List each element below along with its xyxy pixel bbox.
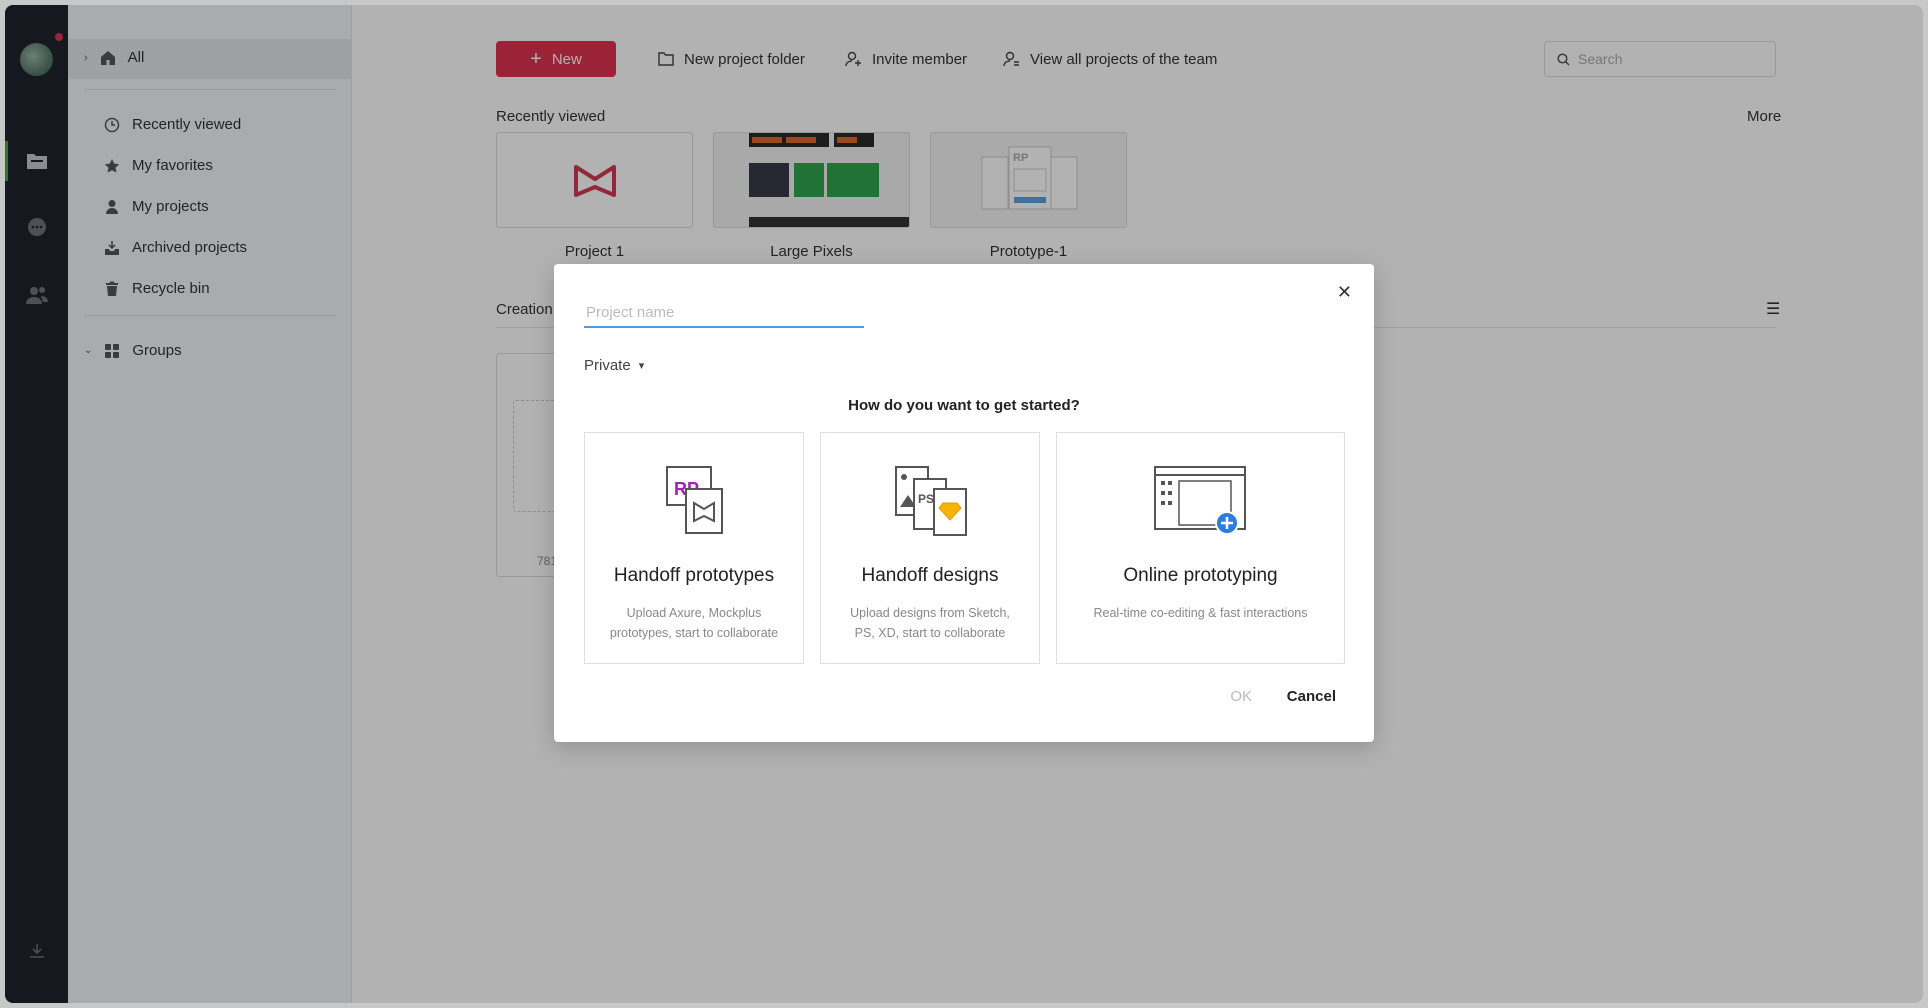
- new-project-dialog: ✕ Private ▾ How do you want to get start…: [554, 264, 1374, 742]
- handoff-designs-option[interactable]: PS Handoff designs Upload designs from S…: [820, 432, 1040, 664]
- cancel-button[interactable]: Cancel: [1287, 688, 1336, 705]
- online-editor-icon: [1153, 466, 1246, 535]
- ok-button[interactable]: OK: [1230, 688, 1252, 705]
- privacy-select[interactable]: Private ▾: [584, 357, 644, 374]
- design-files-icon: PS: [895, 466, 967, 536]
- start-question: How do you want to get started?: [848, 397, 1080, 414]
- app-window: › All Recently viewed My favorites My pr…: [5, 5, 1923, 1003]
- svg-text:PS: PS: [918, 492, 934, 506]
- project-name-input[interactable]: [584, 298, 864, 328]
- handoff-prototypes-option[interactable]: RP Handoff prototypes Upload Axure, Mock…: [584, 432, 804, 664]
- online-prototyping-option[interactable]: Online prototyping Real-time co-editing …: [1056, 432, 1345, 664]
- option-title: Handoff prototypes: [613, 565, 775, 586]
- option-desc: Upload Axure, Mockplus prototypes, start…: [609, 606, 779, 640]
- option-desc: Real-time co-editing & fast interactions: [1093, 606, 1308, 620]
- rp-prototype-icon: RP: [666, 466, 723, 534]
- option-title: Online prototyping: [1123, 565, 1278, 586]
- close-icon[interactable]: ✕: [1337, 282, 1352, 303]
- option-desc: Upload designs from Sketch, PS, XD, star…: [850, 606, 1010, 640]
- chevron-down-icon: ▾: [638, 360, 645, 372]
- option-title: Handoff designs: [861, 565, 999, 586]
